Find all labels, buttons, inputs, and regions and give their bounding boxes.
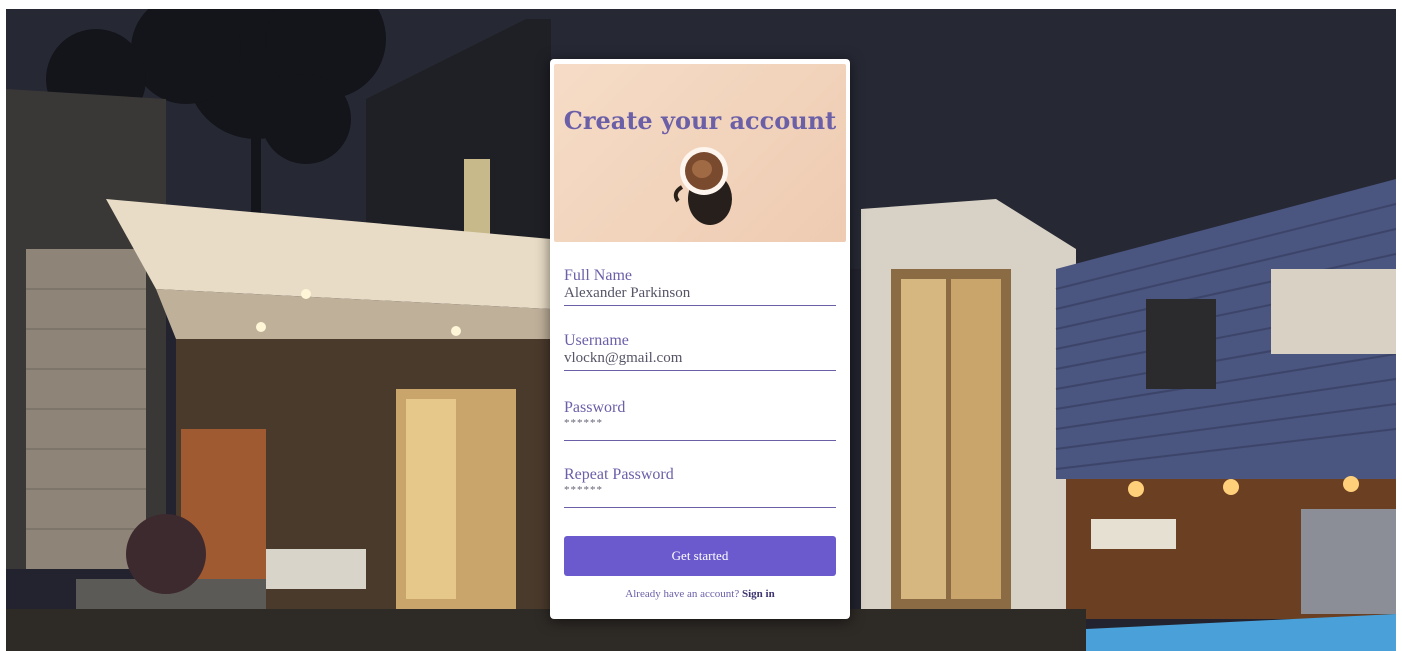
repeat-password-label: Repeat Password <box>564 466 674 483</box>
password-input[interactable]: ****** <box>564 417 836 440</box>
full-name-field[interactable]: Full Name Alexander Parkinson <box>564 267 836 306</box>
signup-card: Create your account Full Name Alexander … <box>550 59 850 619</box>
signin-prompt: Already have an account? Sign in <box>550 588 850 600</box>
username-label: Username <box>564 332 629 349</box>
hero-banner: Create your account <box>554 64 846 242</box>
full-name-input[interactable]: Alexander Parkinson <box>564 285 836 305</box>
coffee-cup-icon <box>664 139 744 233</box>
get-started-button[interactable]: Get started <box>564 536 836 576</box>
signin-link[interactable]: Sign in <box>742 588 775 600</box>
full-name-label: Full Name <box>564 267 632 284</box>
repeat-password-field[interactable]: Repeat Password ****** <box>564 466 836 508</box>
username-field[interactable]: Username vlockn@gmail.com <box>564 332 836 371</box>
page-title: Create your account <box>563 106 837 135</box>
signin-prompt-text: Already have an account? <box>625 588 740 600</box>
password-field[interactable]: Password ****** <box>564 399 836 441</box>
repeat-password-input[interactable]: ****** <box>564 484 836 507</box>
username-input[interactable]: vlockn@gmail.com <box>564 350 836 370</box>
password-label: Password <box>564 399 626 416</box>
